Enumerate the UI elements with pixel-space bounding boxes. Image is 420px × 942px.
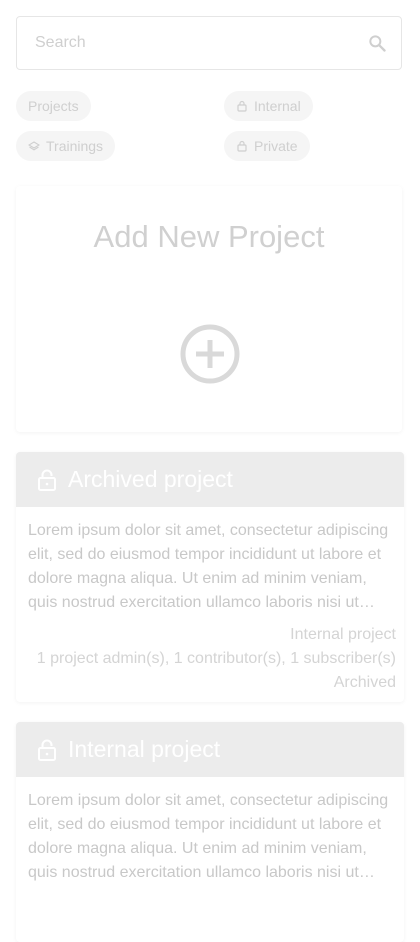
project-description: Lorem ipsum dolor sit amet, consectetur … <box>28 522 389 611</box>
layers-icon <box>28 141 40 151</box>
filter-chip-trainings[interactable]: Trainings <box>16 131 116 161</box>
add-project-title: Add New Project <box>93 219 325 254</box>
filter-chip-internal[interactable]: Internal <box>224 91 313 121</box>
project-card[interactable]: Internal project Lorem ipsum dolor sit a… <box>16 722 404 942</box>
project-status: Archived <box>333 674 396 691</box>
filter-chip-label: Trainings <box>46 138 104 154</box>
lock-icon <box>237 140 247 152</box>
project-type: Internal project <box>290 626 396 643</box>
project-card[interactable]: Archived project Lorem ipsum dolor sit a… <box>16 452 404 702</box>
filter-chip-private[interactable]: Private <box>224 131 310 161</box>
lock-open-icon <box>38 739 56 761</box>
lock-icon <box>237 100 247 112</box>
filter-chip-projects[interactable]: Projects <box>16 91 91 121</box>
project-title: Internal project <box>68 736 221 762</box>
search-input[interactable] <box>33 33 367 53</box>
filter-chip-label: Internal <box>254 98 301 114</box>
project-card-header[interactable]: Archived project <box>16 452 404 507</box>
project-members: 1 project admin(s), 1 contributor(s), 1 … <box>36 650 396 667</box>
add-project-card[interactable]: Add New Project <box>16 186 402 432</box>
project-card-header[interactable]: Internal project <box>16 722 404 777</box>
filter-chip-label: Projects <box>28 98 79 114</box>
project-description: Lorem ipsum dolor sit amet, consectetur … <box>28 792 389 881</box>
filter-chip-label: Private <box>254 138 298 154</box>
add-circle-icon[interactable] <box>180 324 240 384</box>
search-bar[interactable] <box>16 16 402 70</box>
lock-open-icon <box>38 469 56 491</box>
project-title: Archived project <box>68 466 233 492</box>
search-icon[interactable] <box>367 33 387 53</box>
